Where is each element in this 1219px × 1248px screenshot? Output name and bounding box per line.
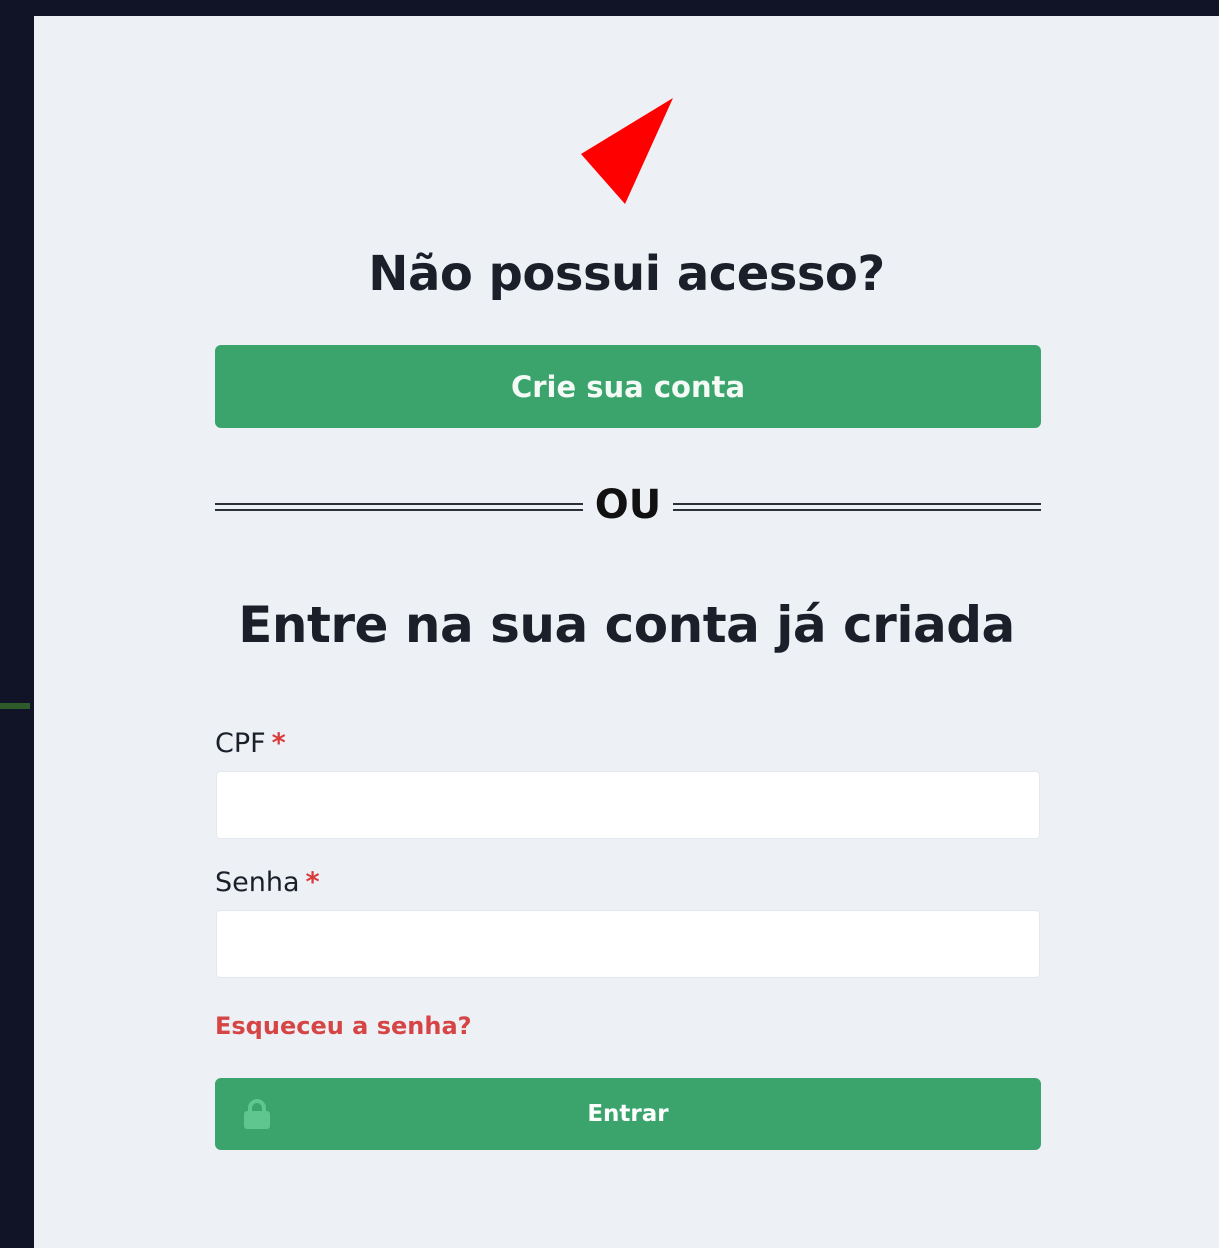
login-panel: Não possui acesso? Crie sua conta OU Ent… <box>34 16 1219 1248</box>
logo-icon <box>581 98 673 204</box>
create-account-button[interactable]: Crie sua conta <box>215 345 1041 428</box>
password-label: Senha * <box>215 867 320 898</box>
lock-icon <box>244 1099 270 1129</box>
forgot-password-link[interactable]: Esqueceu a senha? <box>215 1012 472 1040</box>
cpf-required-mark: * <box>271 728 286 759</box>
divider-line-right <box>673 503 1041 511</box>
cpf-input[interactable] <box>216 771 1040 839</box>
login-submit-label: Entrar <box>587 1101 669 1127</box>
login-submit-button[interactable]: Entrar <box>215 1078 1041 1150</box>
or-divider: OU <box>215 483 1041 527</box>
side-accent-bar <box>0 703 30 709</box>
cpf-label-text: CPF <box>215 728 266 759</box>
password-label-text: Senha <box>215 867 300 898</box>
signup-heading: Não possui acesso? <box>368 246 885 302</box>
password-required-mark: * <box>305 867 320 898</box>
password-input[interactable] <box>216 910 1040 978</box>
cpf-label: CPF * <box>215 728 286 759</box>
login-heading: Entre na sua conta já criada <box>238 596 1015 654</box>
